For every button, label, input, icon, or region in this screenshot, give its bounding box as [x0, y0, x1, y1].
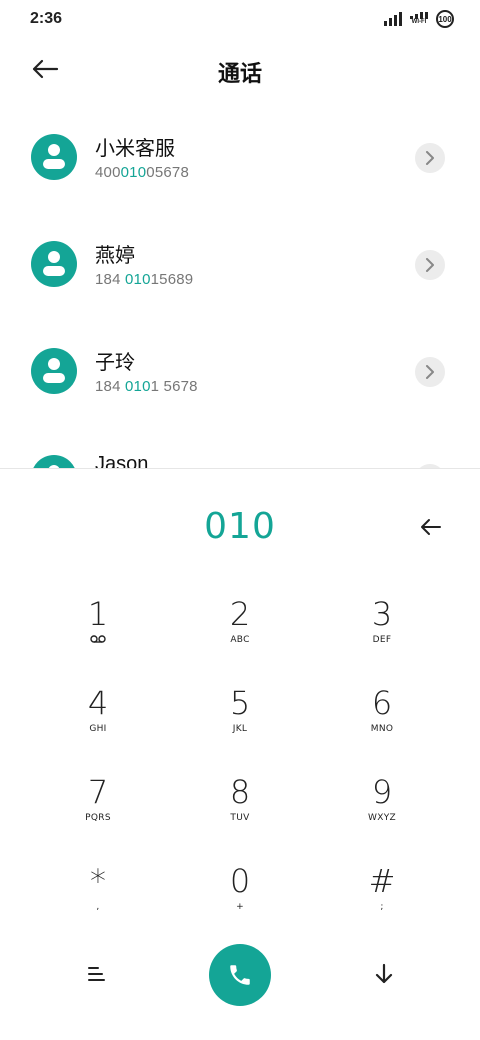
avatar	[31, 134, 77, 180]
wifi-icon: WI-FI	[410, 12, 428, 26]
contact-name: Jason	[95, 453, 149, 468]
contact-name: 燕婷	[95, 245, 135, 267]
key-digit: 3	[371, 595, 393, 633]
key-digit: 4	[87, 684, 109, 722]
status-bar: 2:36 WI-FI 100	[0, 0, 480, 38]
key-letters: ;	[380, 902, 384, 912]
phone-icon	[230, 965, 250, 985]
wifi-label: WI-FI	[411, 19, 427, 25]
contact-number: 40001005678	[95, 164, 189, 181]
avatar	[31, 348, 77, 394]
list-item[interactable]: 燕婷 184 01015689	[0, 211, 480, 318]
key-letters: WXYZ	[368, 813, 396, 823]
status-time: 2:36	[30, 10, 63, 27]
contact-detail-button[interactable]	[415, 250, 445, 280]
dial-key-0[interactable]: 0 +	[169, 847, 311, 936]
dial-key-3[interactable]: 3 DEF	[311, 580, 453, 669]
contact-name: 小米客服	[95, 138, 175, 160]
contact-detail-button[interactable]	[415, 143, 445, 173]
chevron-right-icon	[426, 151, 434, 165]
chevron-right-icon	[426, 258, 434, 272]
bottom-action-bar	[0, 940, 480, 1012]
key-letters: +	[236, 902, 244, 912]
key-digit: 9	[371, 773, 393, 811]
key-letters: JKL	[232, 724, 248, 734]
contact-number: 184 0101 5678	[95, 378, 198, 395]
contact-number: 184 01015689	[95, 271, 194, 288]
voicemail-icon	[90, 635, 106, 643]
delete-button[interactable]	[414, 512, 448, 542]
dial-key-star[interactable]: * ,	[27, 847, 169, 936]
avatar	[31, 241, 77, 287]
dial-key-7[interactable]: 7 PQRS	[27, 758, 169, 847]
key-digit: 0	[229, 862, 251, 900]
collapse-dialpad-button[interactable]	[368, 958, 400, 990]
contact-detail-button[interactable]	[415, 357, 445, 387]
key-digit: 6	[371, 684, 393, 722]
arrow-down-icon	[375, 963, 393, 984]
key-digit: *	[90, 862, 106, 900]
dial-key-1[interactable]: 1	[27, 580, 169, 669]
list-item[interactable]: 子玲 184 0101 5678	[0, 318, 480, 425]
list-item[interactable]: 小米客服 40001005678	[0, 104, 480, 211]
menu-lines-icon	[88, 967, 105, 981]
contact-list: 小米客服 40001005678 燕婷 184 01015689 子玲 184 …	[0, 104, 480, 468]
menu-button[interactable]	[80, 958, 112, 990]
key-letters: TUV	[230, 813, 250, 823]
signal-icon	[384, 12, 402, 26]
dial-key-5[interactable]: 5 JKL	[169, 669, 311, 758]
backspace-arrow-icon	[421, 519, 441, 535]
key-digit: 5	[229, 684, 251, 722]
key-letters: MNO	[370, 724, 394, 734]
key-digit: 2	[229, 595, 251, 633]
key-letters: ,	[96, 902, 100, 912]
dial-number-display: 010	[204, 506, 276, 547]
key-letters: PQRS	[85, 813, 111, 823]
list-item[interactable]: Jason	[0, 425, 480, 468]
divider	[0, 468, 480, 469]
header: 通话	[0, 44, 480, 94]
key-letters: DEF	[372, 635, 392, 645]
call-button[interactable]	[209, 944, 271, 1006]
key-letters: GHI	[89, 724, 107, 734]
key-digit: 8	[229, 773, 251, 811]
page-title: 通话	[217, 61, 262, 86]
avatar	[31, 455, 77, 468]
dial-key-2[interactable]: 2 ABC	[169, 580, 311, 669]
status-icons: WI-FI 100	[384, 10, 454, 28]
battery-icon: 100	[436, 10, 454, 28]
dial-key-8[interactable]: 8 TUV	[169, 758, 311, 847]
dial-key-6[interactable]: 6 MNO	[311, 669, 453, 758]
key-digit: 7	[87, 773, 109, 811]
dial-key-hash[interactable]: # ;	[311, 847, 453, 936]
contact-name: 子玲	[95, 352, 135, 374]
dial-key-4[interactable]: 4 GHI	[27, 669, 169, 758]
chevron-right-icon	[426, 365, 434, 379]
dial-key-9[interactable]: 9 WXYZ	[311, 758, 453, 847]
key-digit: #	[368, 862, 396, 900]
key-letters: ABC	[230, 635, 250, 645]
key-digit: 1	[87, 595, 109, 633]
